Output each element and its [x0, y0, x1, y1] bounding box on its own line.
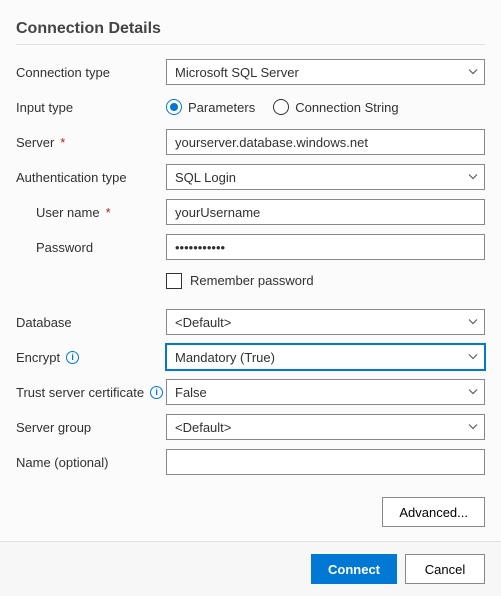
database-label: Database — [16, 315, 72, 330]
required-indicator: * — [106, 205, 111, 220]
chevron-down-icon — [468, 172, 478, 182]
username-input[interactable] — [166, 199, 485, 225]
server-group-value: <Default> — [175, 420, 231, 435]
server-group-label: Server group — [16, 420, 91, 435]
database-value: <Default> — [175, 315, 231, 330]
radio-icon — [166, 99, 182, 115]
chevron-down-icon — [468, 422, 478, 432]
chevron-down-icon — [468, 352, 478, 362]
trust-cert-value: False — [175, 385, 207, 400]
required-indicator: * — [60, 135, 65, 150]
chevron-down-icon — [468, 317, 478, 327]
radio-icon — [273, 99, 289, 115]
info-icon[interactable]: i — [66, 351, 79, 364]
encrypt-select[interactable]: Mandatory (True) — [166, 344, 485, 370]
input-type-connstr-radio[interactable]: Connection String — [273, 99, 398, 115]
parameters-radio-label: Parameters — [188, 100, 255, 115]
encrypt-value: Mandatory (True) — [175, 350, 275, 365]
encrypt-label: Encrypt — [16, 350, 60, 365]
chevron-down-icon — [468, 67, 478, 77]
remember-password-label: Remember password — [190, 273, 314, 288]
server-group-select[interactable]: <Default> — [166, 414, 485, 440]
database-select[interactable]: <Default> — [166, 309, 485, 335]
dialog-title: Connection Details — [16, 12, 485, 45]
connstr-radio-label: Connection String — [295, 100, 398, 115]
info-icon[interactable]: i — [150, 386, 163, 399]
chevron-down-icon — [468, 387, 478, 397]
trust-cert-label: Trust server certificate — [16, 385, 144, 400]
server-input[interactable] — [166, 129, 485, 155]
trust-cert-select[interactable]: False — [166, 379, 485, 405]
auth-type-select[interactable]: SQL Login — [166, 164, 485, 190]
name-input[interactable] — [166, 449, 485, 475]
connection-type-value: Microsoft SQL Server — [175, 65, 299, 80]
password-input[interactable] — [166, 234, 485, 260]
server-label: Server — [16, 135, 54, 150]
cancel-button[interactable]: Cancel — [405, 554, 485, 584]
connect-button[interactable]: Connect — [311, 554, 397, 584]
auth-type-value: SQL Login — [175, 170, 236, 185]
remember-password-checkbox[interactable]: Remember password — [166, 273, 314, 289]
name-label: Name (optional) — [16, 455, 109, 470]
checkbox-icon — [166, 273, 182, 289]
auth-type-label: Authentication type — [16, 170, 127, 185]
username-label: User name — [36, 205, 100, 220]
input-type-parameters-radio[interactable]: Parameters — [166, 99, 255, 115]
connection-type-label: Connection type — [16, 65, 110, 80]
password-label: Password — [36, 240, 93, 255]
input-type-label: Input type — [16, 100, 73, 115]
advanced-button[interactable]: Advanced... — [382, 497, 485, 527]
connection-type-select[interactable]: Microsoft SQL Server — [166, 59, 485, 85]
